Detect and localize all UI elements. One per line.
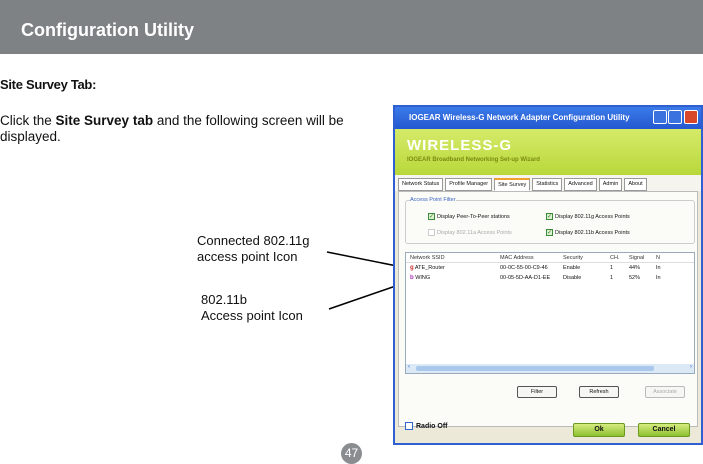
window-title: IOGEAR Wireless-G Network Adapter Config… xyxy=(409,113,630,122)
col-security[interactable]: Security xyxy=(563,255,610,261)
list-header: Network SSID MAC Address Security CH. Signal… xyxy=(406,253,694,263)
tab-profile-manager[interactable]: Profile Manager xyxy=(445,178,493,191)
peer-checkbox[interactable]: ✓ Display Peer-To-Peer stations xyxy=(428,213,510,220)
tab-bar: Network Status Profile Manager Site Surv… xyxy=(395,175,701,191)
80211a-checkbox[interactable]: Display 802.11a Access Points xyxy=(428,229,512,236)
title-bar: IOGEAR Wireless-G Network Adapter Config… xyxy=(395,107,701,129)
col-ch[interactable]: CH. xyxy=(610,255,629,261)
logo: WIRELESS-G xyxy=(407,137,513,154)
tab-admin[interactable]: Admin xyxy=(598,178,623,191)
filter-title: Access Point Filter xyxy=(410,197,456,203)
tab-advanced[interactable]: Advanced xyxy=(564,178,597,191)
list-item[interactable]: b WING 00-05-5D-AA-D1-EE Disable 1 52% In xyxy=(406,273,694,283)
tab-site-survey[interactable]: Site Survey xyxy=(494,178,531,191)
network-list[interactable]: Network SSID MAC Address Security CH. Signal… xyxy=(405,252,695,374)
radio-off-checkbox[interactable]: Radio Off xyxy=(405,422,448,430)
page-number: 47 xyxy=(341,443,362,464)
col-mac[interactable]: MAC Address xyxy=(500,255,563,261)
tab-statistics[interactable]: Statistics xyxy=(532,178,563,191)
tab-network-status[interactable]: Network Status xyxy=(398,178,444,191)
maximize-button[interactable] xyxy=(668,110,682,124)
80211g-ap-icon: g xyxy=(410,265,414,271)
list-item[interactable]: g ATE_Router 00-0C-55-00-C9-46 Enable 1 44% I… xyxy=(406,263,694,273)
banner-subtitle: IOGEAR Broadband Networking Set-up Wizar… xyxy=(407,157,540,163)
filter-button[interactable]: Filter xyxy=(517,386,557,398)
horizontal-scrollbar[interactable]: ‹ › xyxy=(406,364,694,373)
col-n[interactable]: N xyxy=(656,255,666,261)
site-survey-panel: Access Point Filter ✓ Display Peer-To-Pee… xyxy=(398,191,698,427)
minimize-button[interactable] xyxy=(653,110,667,124)
associate-button[interactable]: Associate xyxy=(645,386,685,398)
refresh-button[interactable]: Refresh xyxy=(579,386,619,398)
access-point-filter: Access Point Filter ✓ Display Peer-To-Pee… xyxy=(405,197,695,244)
col-ssid[interactable]: Network SSID xyxy=(410,255,500,261)
banner: WIRELESS-G IOGEAR Broadband Networking Se… xyxy=(395,129,701,175)
col-signal[interactable]: Signal xyxy=(629,255,656,261)
app-window: IOGEAR Wireless-G Network Adapter Config… xyxy=(393,105,703,445)
ok-button[interactable]: Ok xyxy=(573,423,625,437)
80211g-checkbox[interactable]: ✓ Display 802.11g Access Points xyxy=(546,213,630,220)
tab-about[interactable]: About xyxy=(624,178,647,191)
80211b-checkbox[interactable]: ✓ Display 802.11b Access Points xyxy=(546,229,630,236)
cancel-button[interactable]: Cancel xyxy=(638,423,690,437)
close-button[interactable] xyxy=(684,110,698,124)
80211b-ap-icon: b xyxy=(410,275,414,281)
